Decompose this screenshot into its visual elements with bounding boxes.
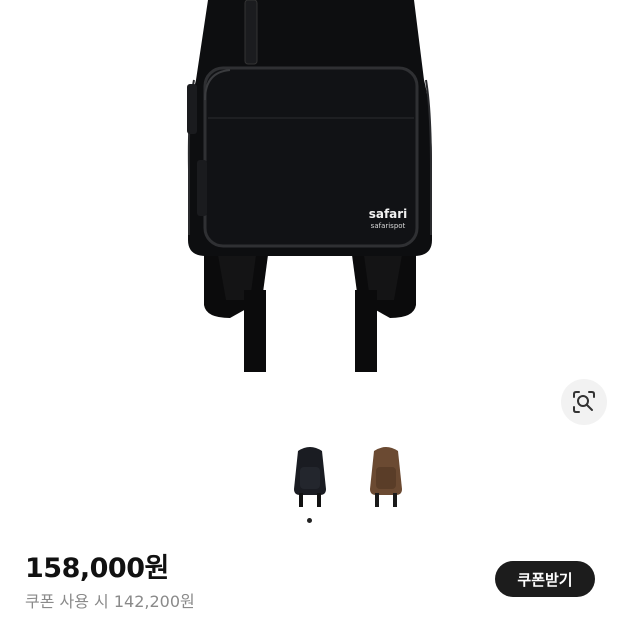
product-main-image[interactable]: safari safarispot [0, 0, 620, 380]
brand-logo-subtext: safarispot [371, 222, 406, 230]
brand-logo-text: safari [369, 207, 408, 221]
selected-variant-indicator [307, 518, 312, 523]
backpack-thumbnail-black [294, 447, 326, 507]
backpack-thumbnail-brown [370, 447, 402, 507]
variant-brown-thumbnail[interactable] [364, 443, 408, 513]
variant-black-thumbnail[interactable] [288, 443, 332, 513]
get-coupon-button[interactable]: 쿠폰받기 [495, 561, 595, 597]
image-search-icon [573, 391, 595, 413]
backpack-image: safari safarispot [187, 0, 432, 372]
product-price: 158,000원 [25, 553, 169, 584]
image-search-button[interactable] [561, 379, 607, 425]
coupon-price: 쿠폰 사용 시 142,200원 [25, 592, 195, 611]
color-variants [0, 443, 620, 523]
